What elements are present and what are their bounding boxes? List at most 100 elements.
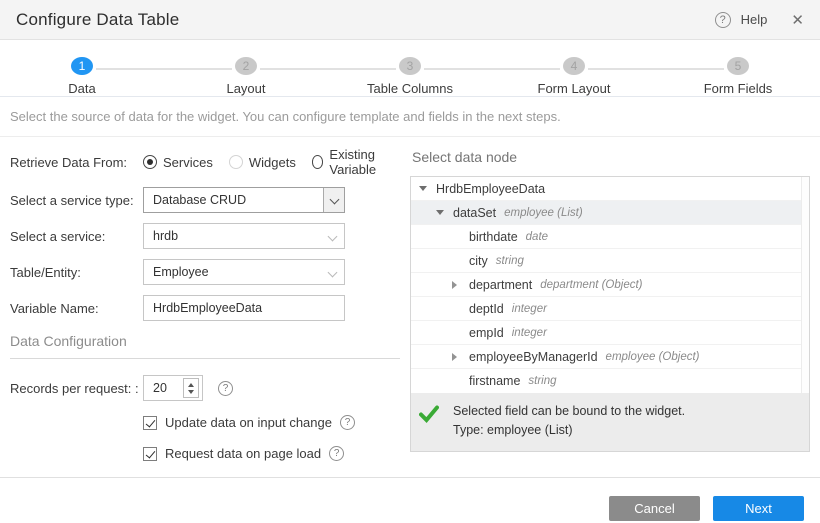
step-form-fields[interactable]: 5 Form Fields: [656, 49, 820, 96]
records-per-request-label: Records per request: :: [10, 381, 143, 396]
node-type: department (Object): [540, 279, 642, 291]
retrieve-data-from-radios: Services Widgets Existing Variable: [143, 147, 406, 177]
help-link[interactable]: Help: [741, 12, 768, 27]
radio-existing-variable-label: Existing Variable: [329, 147, 406, 177]
success-check-icon: [419, 402, 445, 440]
tree-node-firstname[interactable]: firstname string: [411, 369, 809, 393]
request-data-help-icon[interactable]: ?: [329, 446, 344, 461]
data-node-tree: HrdbEmployeeData dataSet employee (List)…: [410, 176, 810, 452]
records-per-request-stepper[interactable]: [143, 375, 203, 401]
binding-info-line1: Selected field can be bound to the widge…: [453, 402, 685, 421]
data-node-panel: Select data node HrdbEmployeeData dataSe…: [406, 147, 810, 477]
table-entity-select[interactable]: Employee: [143, 259, 345, 285]
node-label: deptId: [469, 302, 504, 316]
radio-widgets[interactable]: Widgets: [229, 155, 296, 170]
node-type: employee (List): [504, 207, 583, 219]
radio-services[interactable]: Services: [143, 155, 213, 170]
step-2-label: Layout: [226, 81, 265, 96]
variable-name-input[interactable]: [143, 295, 345, 321]
node-type: integer: [512, 303, 547, 315]
spinner-arrows-icon[interactable]: [183, 378, 199, 398]
caret-right-icon[interactable]: [452, 281, 462, 289]
step-5-circle: 5: [727, 57, 749, 75]
radio-existing-variable[interactable]: Existing Variable: [312, 147, 406, 177]
tree-scrollbar[interactable]: [801, 177, 809, 393]
configure-data-table-dialog: Configure Data Table ? Help ✕ 1 Data 2 L…: [0, 0, 820, 523]
node-label: employeeByManagerId: [469, 350, 598, 364]
node-label: HrdbEmployeeData: [436, 182, 545, 196]
service-label: Select a service:: [10, 229, 143, 244]
update-data-help-icon[interactable]: ?: [340, 415, 355, 430]
table-entity-label: Table/Entity:: [10, 265, 143, 280]
records-per-request-input[interactable]: [144, 381, 183, 395]
tree-node-city[interactable]: city string: [411, 249, 809, 273]
radio-existing-variable-icon[interactable]: [312, 155, 324, 169]
page-title: Configure Data Table: [16, 10, 179, 30]
radio-services-label: Services: [163, 155, 213, 170]
caret-down-icon[interactable]: [419, 186, 429, 191]
tree-node-hrdbemployeedata[interactable]: HrdbEmployeeData: [411, 177, 809, 201]
step-data[interactable]: 1 Data: [0, 49, 164, 96]
tree-node-department[interactable]: department department (Object): [411, 273, 809, 297]
step-3-circle: 3: [399, 57, 421, 75]
step-layout[interactable]: 2 Layout: [164, 49, 328, 96]
step-form-layout[interactable]: 4 Form Layout: [492, 49, 656, 96]
select-data-node-title: Select data node: [412, 149, 810, 165]
tree-node-deptid[interactable]: deptId integer: [411, 297, 809, 321]
step-1-circle: 1: [71, 57, 93, 75]
update-data-checkbox[interactable]: [143, 416, 157, 430]
node-type: employee (Object): [606, 351, 700, 363]
step-1-label: Data: [68, 81, 95, 96]
request-data-label: Request data on page load: [165, 446, 321, 461]
spin-down-icon[interactable]: [188, 390, 194, 394]
update-data-checkbox-row[interactable]: Update data on input change ?: [143, 415, 406, 430]
dialog-header: Configure Data Table ? Help ✕: [0, 0, 820, 40]
service-type-select[interactable]: Database CRUD: [143, 187, 345, 213]
records-help-icon[interactable]: ?: [218, 381, 233, 396]
table-entity-value: Employee: [153, 265, 209, 279]
binding-info-line2: Type: employee (List): [453, 421, 685, 440]
dialog-footer: Cancel Next: [0, 477, 820, 523]
next-button[interactable]: Next: [713, 496, 804, 521]
radio-services-icon[interactable]: [143, 155, 157, 169]
node-type: date: [526, 231, 548, 243]
step-table-columns[interactable]: 3 Table Columns: [328, 49, 492, 96]
service-value: hrdb: [153, 229, 178, 243]
data-configuration-heading: Data Configuration: [10, 333, 406, 349]
tree-node-employeebymanagerid[interactable]: employeeByManagerId employee (Object): [411, 345, 809, 369]
help-icon[interactable]: ?: [715, 12, 731, 28]
tree-node-empid[interactable]: empId integer: [411, 321, 809, 345]
node-label: dataSet: [453, 206, 496, 220]
node-label: birthdate: [469, 230, 518, 244]
spin-up-icon[interactable]: [188, 383, 194, 387]
step-4-label: Form Layout: [538, 81, 611, 96]
step-2-circle: 2: [235, 57, 257, 75]
variable-name-label: Variable Name:: [10, 301, 143, 316]
radio-widgets-icon[interactable]: [229, 155, 243, 169]
caret-down-icon[interactable]: [436, 210, 446, 215]
node-type: string: [496, 255, 524, 267]
node-label: city: [469, 254, 488, 268]
caret-right-icon[interactable]: [452, 353, 462, 361]
cancel-button[interactable]: Cancel: [609, 496, 700, 521]
node-type: string: [528, 375, 556, 387]
retrieve-data-from-label: Retrieve Data From:: [10, 155, 143, 170]
close-icon[interactable]: ✕: [791, 11, 804, 29]
step-description: Select the source of data for the widget…: [0, 97, 820, 137]
chevron-down-icon[interactable]: [323, 188, 344, 212]
service-type-value: Database CRUD: [153, 193, 246, 207]
request-data-checkbox[interactable]: [143, 447, 157, 461]
wizard-stepper: 1 Data 2 Layout 3 Table Columns 4 Form L…: [0, 40, 820, 97]
update-data-label: Update data on input change: [165, 415, 332, 430]
request-data-checkbox-row[interactable]: Request data on page load ?: [143, 446, 406, 461]
radio-widgets-label: Widgets: [249, 155, 296, 170]
tree-node-dataset[interactable]: dataSet employee (List): [411, 201, 809, 225]
data-source-form: Retrieve Data From: Services Widgets Exi…: [10, 147, 406, 477]
step-3-label: Table Columns: [367, 81, 453, 96]
node-label: department: [469, 278, 532, 292]
tree-node-birthdate[interactable]: birthdate date: [411, 225, 809, 249]
node-type: integer: [512, 327, 547, 339]
service-select[interactable]: hrdb: [143, 223, 345, 249]
step-4-circle: 4: [563, 57, 585, 75]
section-divider: [10, 358, 400, 359]
